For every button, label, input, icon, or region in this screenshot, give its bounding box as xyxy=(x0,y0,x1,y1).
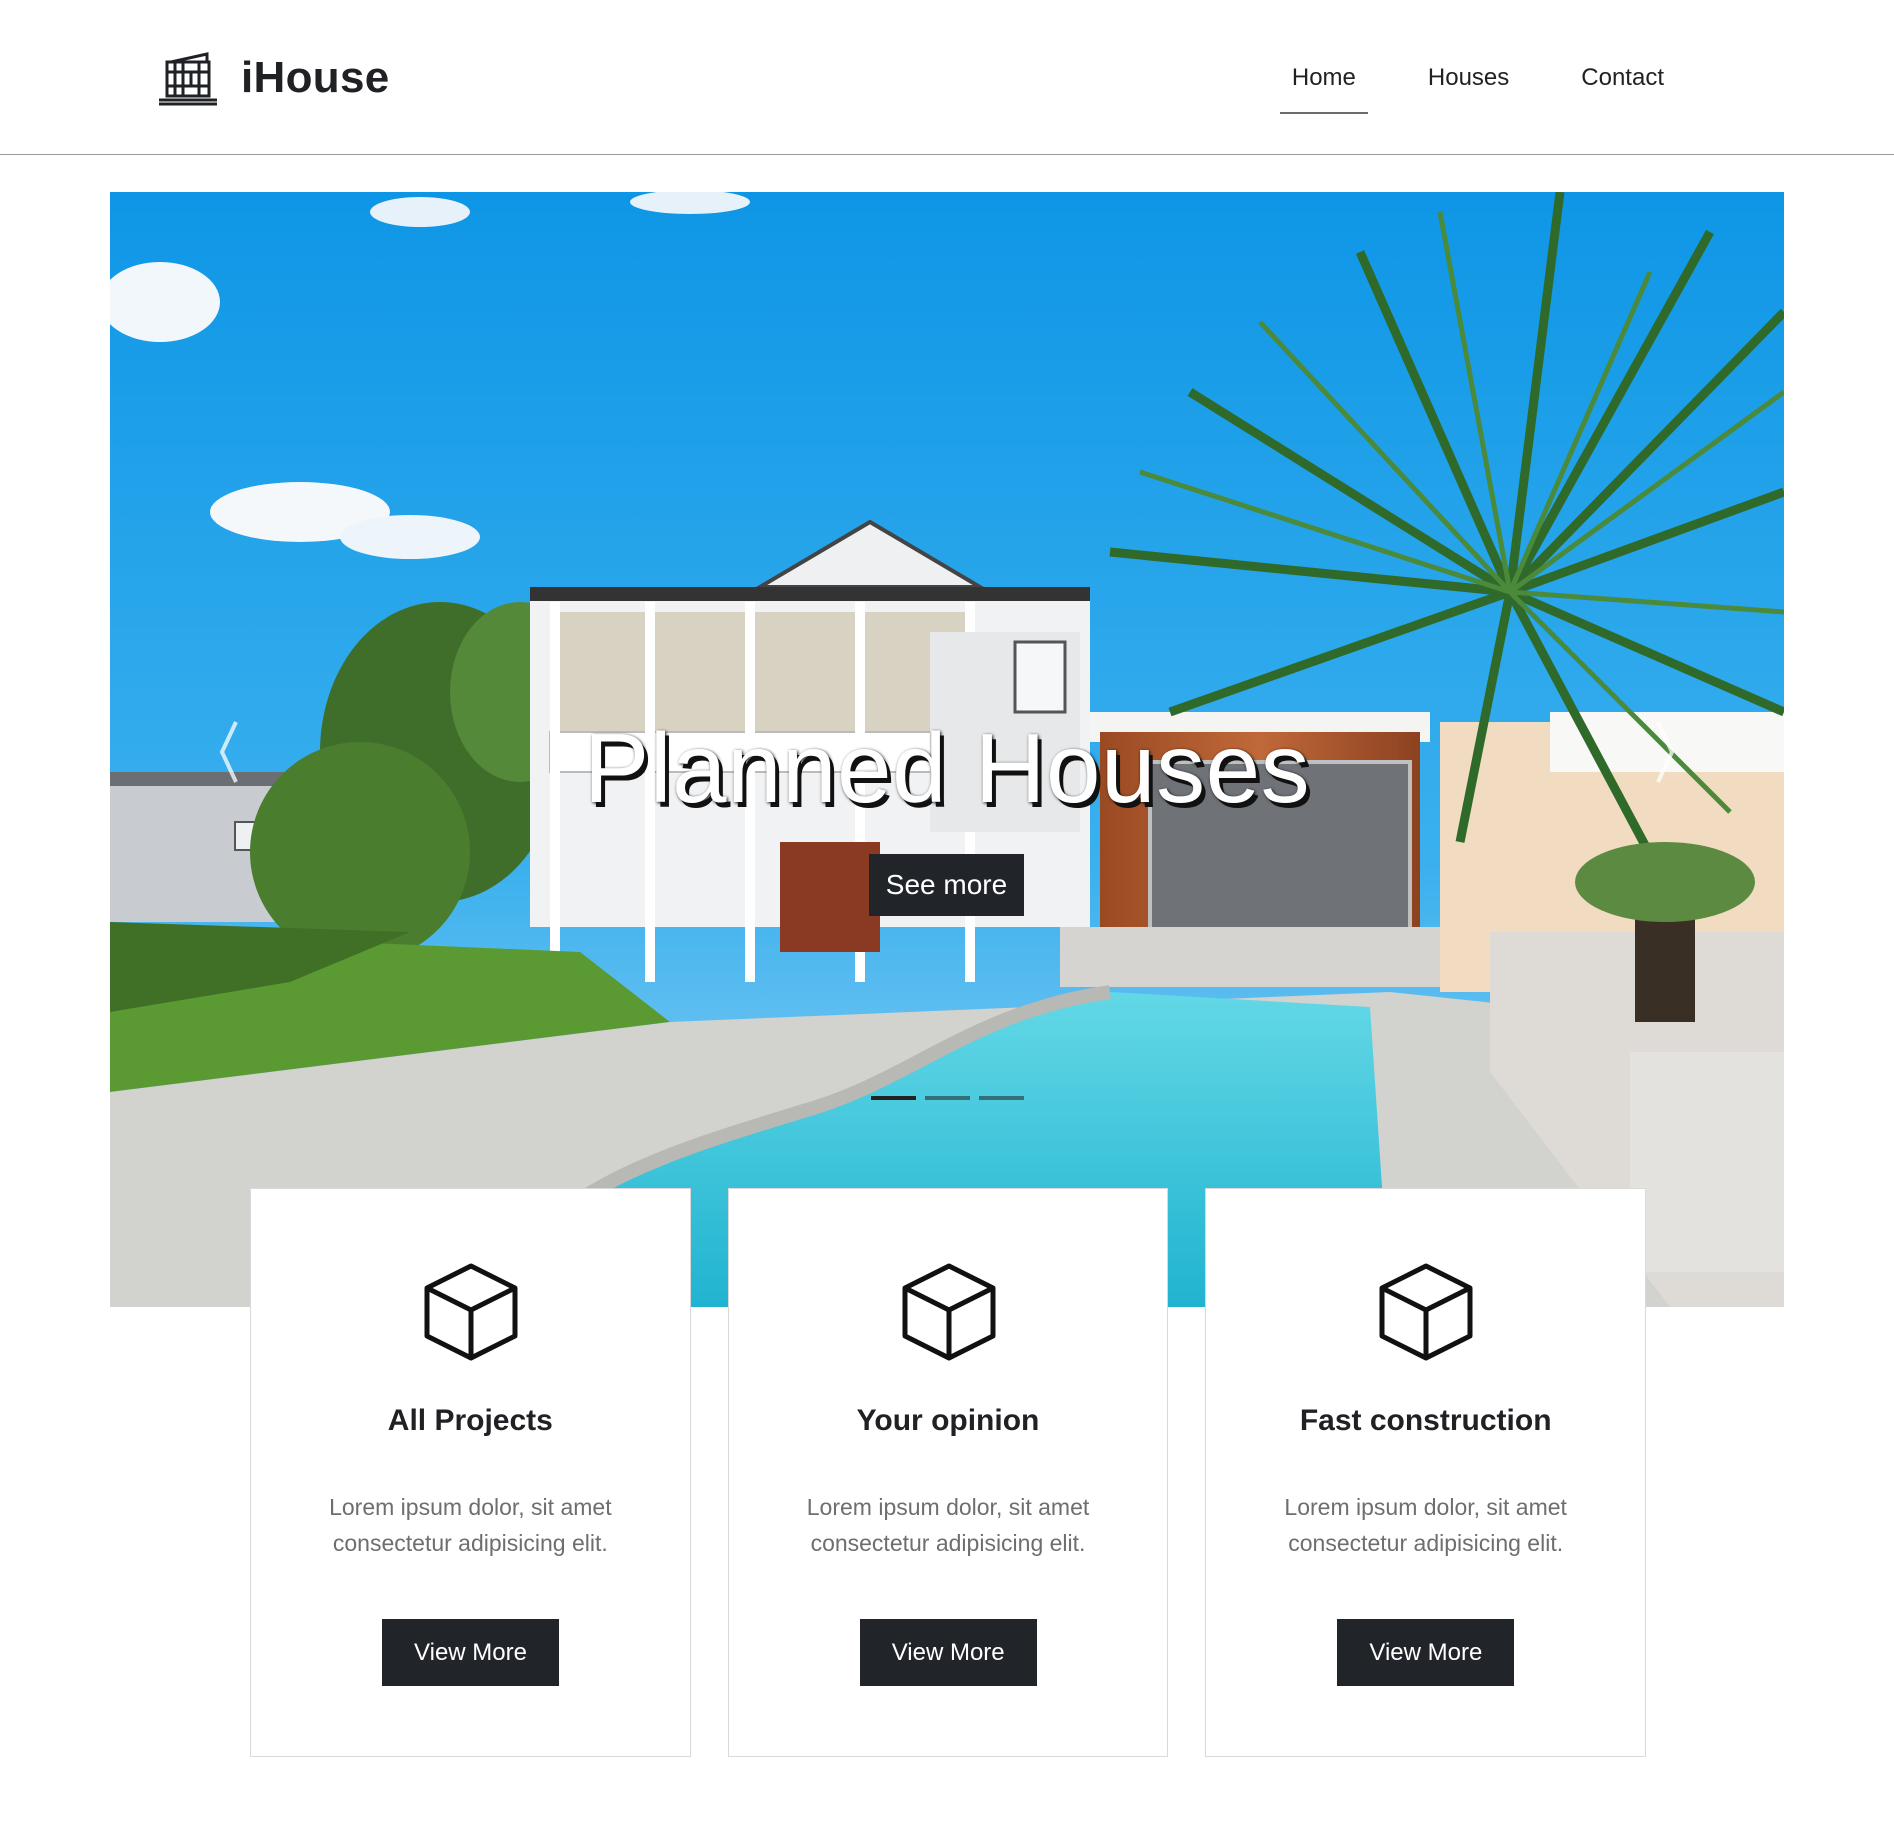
brand-name: iHouse xyxy=(241,53,390,102)
card-text: Lorem ipsum dolor, sit amet consectetur … xyxy=(329,1494,612,1556)
cube-icon xyxy=(902,1263,996,1361)
feature-card: All Projects Lorem ipsum dolor, sit amet… xyxy=(250,1188,691,1757)
chevron-left-icon[interactable] xyxy=(210,712,250,792)
nav-contact[interactable]: Contact xyxy=(1569,58,1676,98)
hero-carousel: Planned Houses See more xyxy=(110,192,1784,1307)
card-title: All Projects xyxy=(387,1404,553,1437)
main-nav: Home Houses Contact xyxy=(1232,0,1676,155)
nav-houses[interactable]: Houses xyxy=(1416,58,1521,98)
feature-card: Fast construction Lorem ipsum dolor, sit… xyxy=(1205,1188,1647,1757)
chevron-right-icon[interactable] xyxy=(1644,712,1684,792)
card-text: Lorem ipsum dolor, sit amet consectetur … xyxy=(1284,1494,1567,1556)
card-title: Your opinion xyxy=(856,1404,1040,1437)
nav-home[interactable]: Home xyxy=(1279,58,1368,114)
card-title: Fast construction xyxy=(1299,1404,1552,1437)
hero-title: Planned Houses xyxy=(583,713,1311,823)
cube-icon xyxy=(424,1263,518,1361)
view-more-button[interactable]: View More xyxy=(382,1619,559,1686)
view-more-button[interactable]: View More xyxy=(1337,1619,1515,1686)
carousel-indicator[interactable] xyxy=(925,1096,970,1100)
feature-card: Your opinion Lorem ipsum dolor, sit amet… xyxy=(727,1188,1169,1757)
cube-icon xyxy=(1379,1263,1473,1361)
feature-cards: All Projects Lorem ipsum dolor, sit amet… xyxy=(250,1188,1647,1757)
see-more-button[interactable]: See more xyxy=(869,854,1024,916)
brand-link[interactable]: iHouse xyxy=(157,48,390,108)
view-more-button[interactable]: View More xyxy=(859,1619,1037,1686)
site-header: iHouse Home Houses Contact xyxy=(0,0,1894,155)
carousel-indicator[interactable] xyxy=(979,1096,1024,1100)
house-logo-icon xyxy=(159,52,217,106)
carousel-indicators xyxy=(871,1096,1024,1100)
carousel-indicator[interactable] xyxy=(871,1096,916,1100)
card-text: Lorem ipsum dolor, sit amet consectetur … xyxy=(806,1494,1090,1556)
